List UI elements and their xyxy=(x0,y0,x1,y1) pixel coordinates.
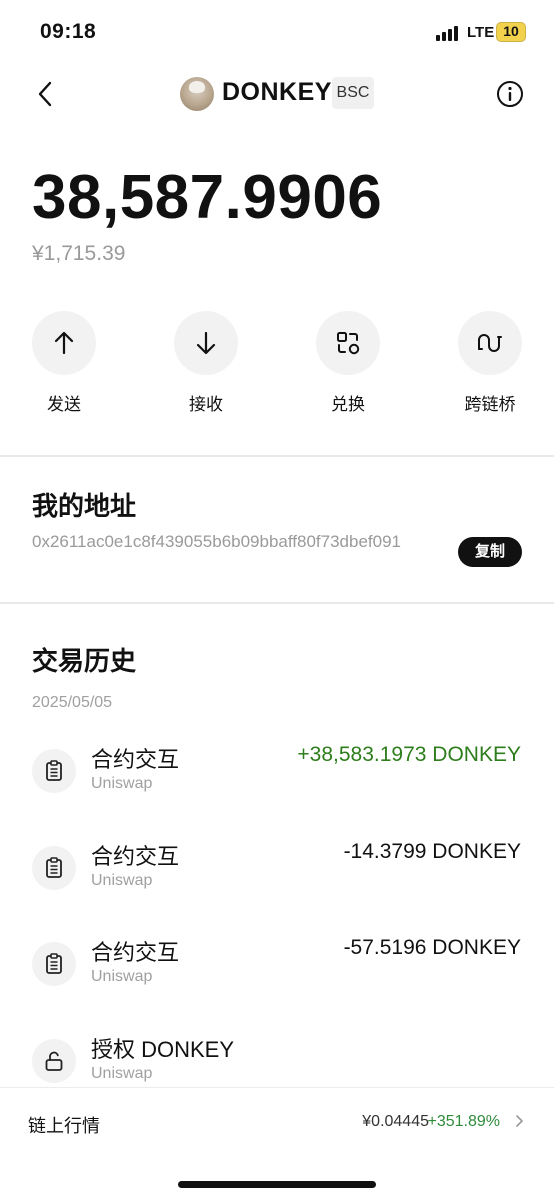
transaction-amount: +38,583.1973 DONKEY xyxy=(297,743,521,766)
fiat-balance: ¥1,715.39 xyxy=(32,242,126,265)
market-change: +351.89% xyxy=(427,1113,500,1130)
signal-icon xyxy=(436,25,458,41)
history-date: 2025/05/05 xyxy=(32,694,113,711)
send-button[interactable]: 发送 xyxy=(14,311,114,415)
bridge-button[interactable]: 跨链桥 xyxy=(440,311,540,415)
transaction-title: 合约交互 xyxy=(91,844,180,869)
transaction-dapp: Uniswap xyxy=(91,1065,153,1082)
section-divider xyxy=(0,455,554,457)
swap-button[interactable]: 兑换 xyxy=(298,311,398,415)
transaction-row[interactable]: 合约交互 Uniswap -14.3799 DONKEY xyxy=(0,839,554,919)
receive-label: 接收 xyxy=(189,395,223,414)
copy-address-button[interactable]: 复制 xyxy=(458,537,522,567)
section-divider xyxy=(0,602,554,604)
market-price: ¥0.04445 xyxy=(362,1113,429,1130)
contract-icon xyxy=(32,846,76,890)
action-circle xyxy=(32,311,96,375)
info-button[interactable] xyxy=(496,80,524,108)
transaction-amount: -57.5196 DONKEY xyxy=(343,936,521,959)
status-time: 09:18 xyxy=(40,20,97,43)
transaction-title: 合约交互 xyxy=(91,940,180,965)
transaction-dapp: Uniswap xyxy=(91,872,153,889)
token-avatar xyxy=(180,77,214,111)
transaction-title: 合约交互 xyxy=(91,747,180,772)
action-circle xyxy=(458,311,522,375)
send-label: 发送 xyxy=(47,395,81,414)
arrow-down-icon xyxy=(196,331,216,355)
transaction-row[interactable]: 合约交互 Uniswap +38,583.1973 DONKEY xyxy=(0,742,554,822)
transaction-title: 授权 DONKEY xyxy=(91,1037,235,1062)
chain-badge: BSC xyxy=(332,77,374,109)
chevron-right-icon xyxy=(516,1115,523,1127)
network-type: LTE xyxy=(467,24,495,41)
history-title: 交易历史 xyxy=(32,646,137,676)
battery-icon: 10 xyxy=(496,22,526,42)
market-label: 链上行情 xyxy=(28,1116,100,1136)
wallet-address: 0x2611ac0e1c8f439055b6b09bbaff80f73dbef0… xyxy=(32,532,402,551)
address-title: 我的地址 xyxy=(32,491,137,521)
swap-icon xyxy=(337,332,360,355)
arrow-up-icon xyxy=(54,331,74,355)
transaction-row[interactable]: 合约交互 Uniswap -57.5196 DONKEY xyxy=(0,935,554,1015)
home-indicator xyxy=(178,1181,376,1188)
transaction-dapp: Uniswap xyxy=(91,775,153,792)
receive-button[interactable]: 接收 xyxy=(156,311,256,415)
swap-label: 兑换 xyxy=(331,395,365,414)
info-icon xyxy=(497,81,523,107)
action-circle xyxy=(174,311,238,375)
bridge-label: 跨链桥 xyxy=(464,395,516,414)
bridge-icon xyxy=(478,334,502,352)
action-circle xyxy=(316,311,380,375)
token-name: DONKEY xyxy=(222,78,332,106)
market-bar[interactable]: 链上行情 ¥0.04445 +351.89% xyxy=(0,1087,554,1156)
transaction-dapp: Uniswap xyxy=(91,968,153,985)
contract-icon xyxy=(32,749,76,793)
contract-icon xyxy=(32,942,76,986)
token-balance: 38,587.9906 xyxy=(32,163,383,232)
chevron-left-icon xyxy=(38,81,52,107)
unlock-icon xyxy=(32,1039,76,1083)
back-button[interactable] xyxy=(30,78,60,110)
transaction-amount: -14.3799 DONKEY xyxy=(343,840,521,863)
